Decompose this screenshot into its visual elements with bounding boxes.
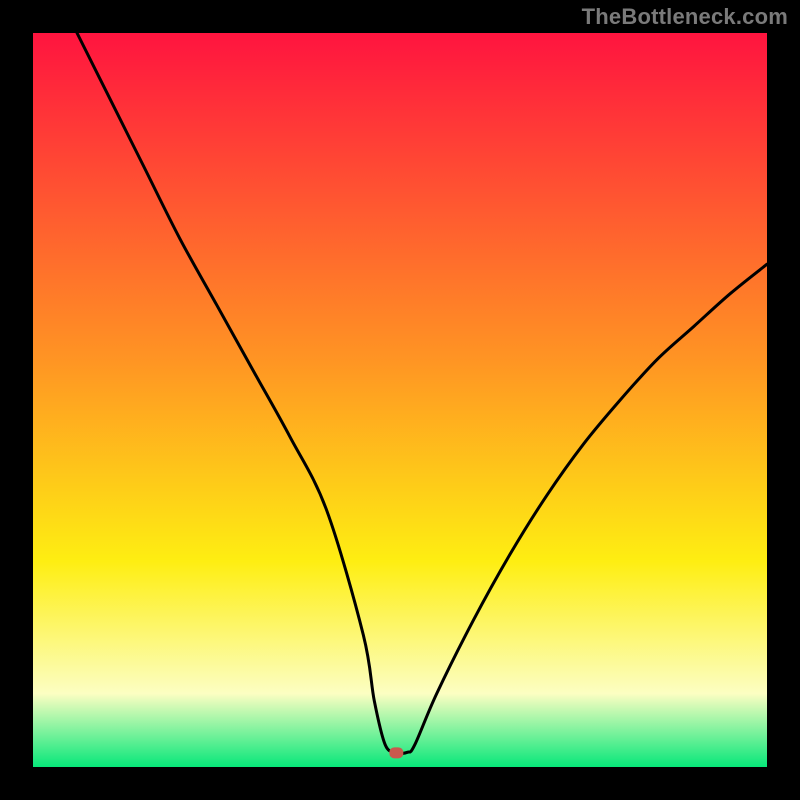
- bottleneck-chart: [0, 0, 800, 800]
- minimum-marker: [389, 747, 403, 758]
- plot-background: [33, 33, 767, 767]
- chart-frame: { "watermark": "TheBottleneck.com", "cha…: [0, 0, 800, 800]
- watermark-text: TheBottleneck.com: [582, 4, 788, 30]
